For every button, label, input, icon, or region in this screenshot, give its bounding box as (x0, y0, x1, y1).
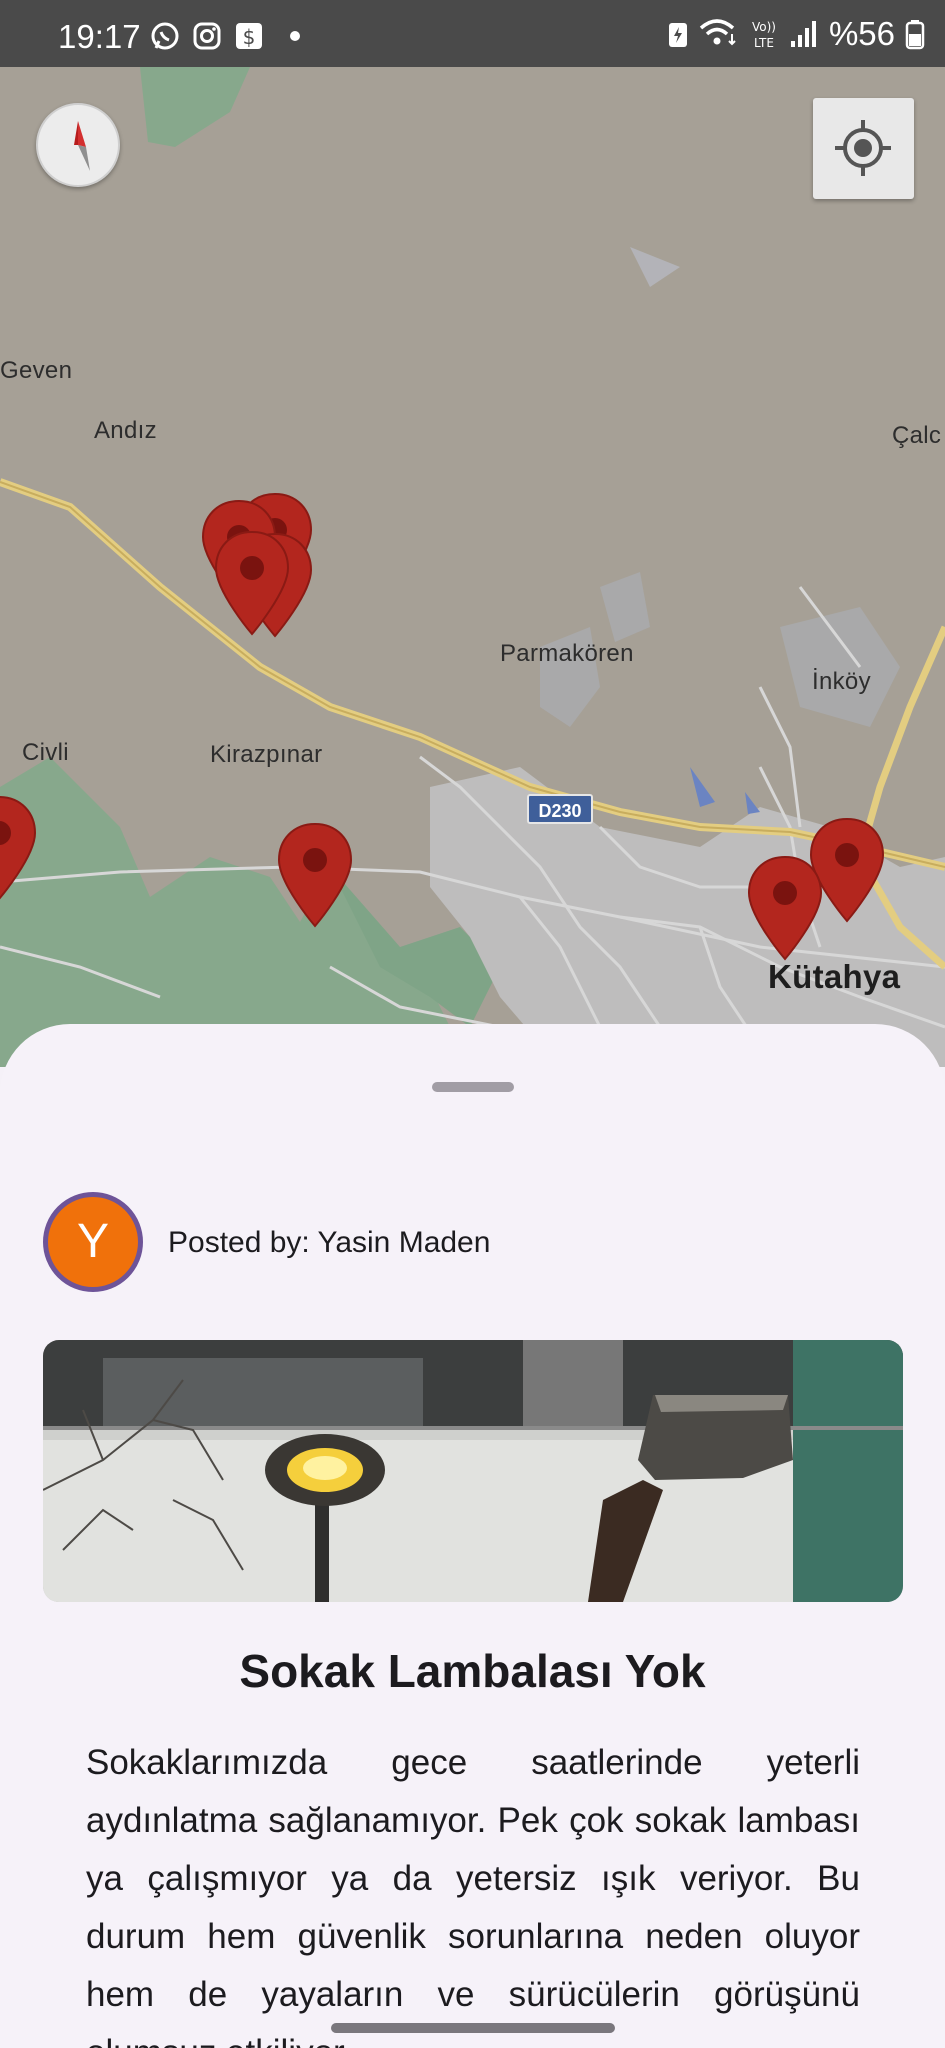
road-shield-d230: D230 (527, 794, 593, 824)
battery-icon (905, 20, 925, 50)
report-title: Sokak Lambalası Yok (239, 1645, 706, 1697)
status-bar: 19:17 $ Vo)) LTE %56 (0, 0, 945, 67)
svg-text:Vo)): Vo)) (752, 20, 776, 34)
instagram-icon (193, 22, 221, 50)
volte-icon: Vo)) LTE (752, 20, 776, 50)
wifi-icon (699, 19, 736, 46)
notification-icons: $ (150, 20, 300, 52)
map-label-andiz: Andız (94, 417, 157, 444)
compass-button[interactable] (36, 103, 120, 187)
map-marker[interactable] (213, 530, 291, 638)
report-description: Sokaklarımızda gece saatlerinde yeterli … (86, 1743, 860, 2048)
report-photo[interactable] (43, 1340, 903, 1602)
battery-percent: %56 (828, 15, 895, 52)
street-lamp-photo (43, 1340, 903, 1602)
map-marker[interactable] (746, 855, 824, 963)
posted-by-label: Posted by: Yasin Maden (168, 1226, 491, 1259)
map-marker[interactable] (276, 822, 354, 930)
my-location-icon (835, 120, 891, 176)
map-label-kirazpinar: Kirazpınar (210, 741, 323, 768)
status-time: 19:17 (58, 18, 141, 55)
gesture-nav-bar[interactable] (331, 2023, 615, 2033)
signal-icon (790, 21, 816, 47)
my-location-button[interactable] (813, 98, 914, 199)
map-label-geven: Geven (0, 357, 73, 384)
compass-icon (74, 121, 90, 171)
map-label-calc: Çalc (892, 422, 942, 449)
map-label-civli: Civli (22, 739, 69, 766)
whatsapp-icon (151, 22, 179, 50)
report-bottom-sheet[interactable]: Y Posted by: Yasin Maden Sokak Lambalası… (0, 1024, 945, 2048)
system-icons: Vo)) LTE %56 (667, 15, 925, 52)
svg-text:LTE: LTE (754, 36, 774, 50)
battery-saver-icon (668, 23, 687, 47)
map-label-inkoy: İnköy (812, 668, 871, 695)
map-label-parmakoren: Parmakören (500, 640, 634, 667)
map-view[interactable]: Geven Andız Çalc Parmakören İnköy Civli … (0, 67, 945, 1067)
map-marker[interactable] (0, 795, 38, 903)
more-notifications-dot (290, 31, 300, 41)
author-avatar: Y (43, 1192, 143, 1292)
svg-text:$: $ (243, 25, 256, 49)
dollar-app-icon: $ (236, 23, 262, 49)
sheet-drag-handle[interactable] (432, 1082, 514, 1092)
map-label-kutahya: Kütahya (768, 958, 901, 995)
